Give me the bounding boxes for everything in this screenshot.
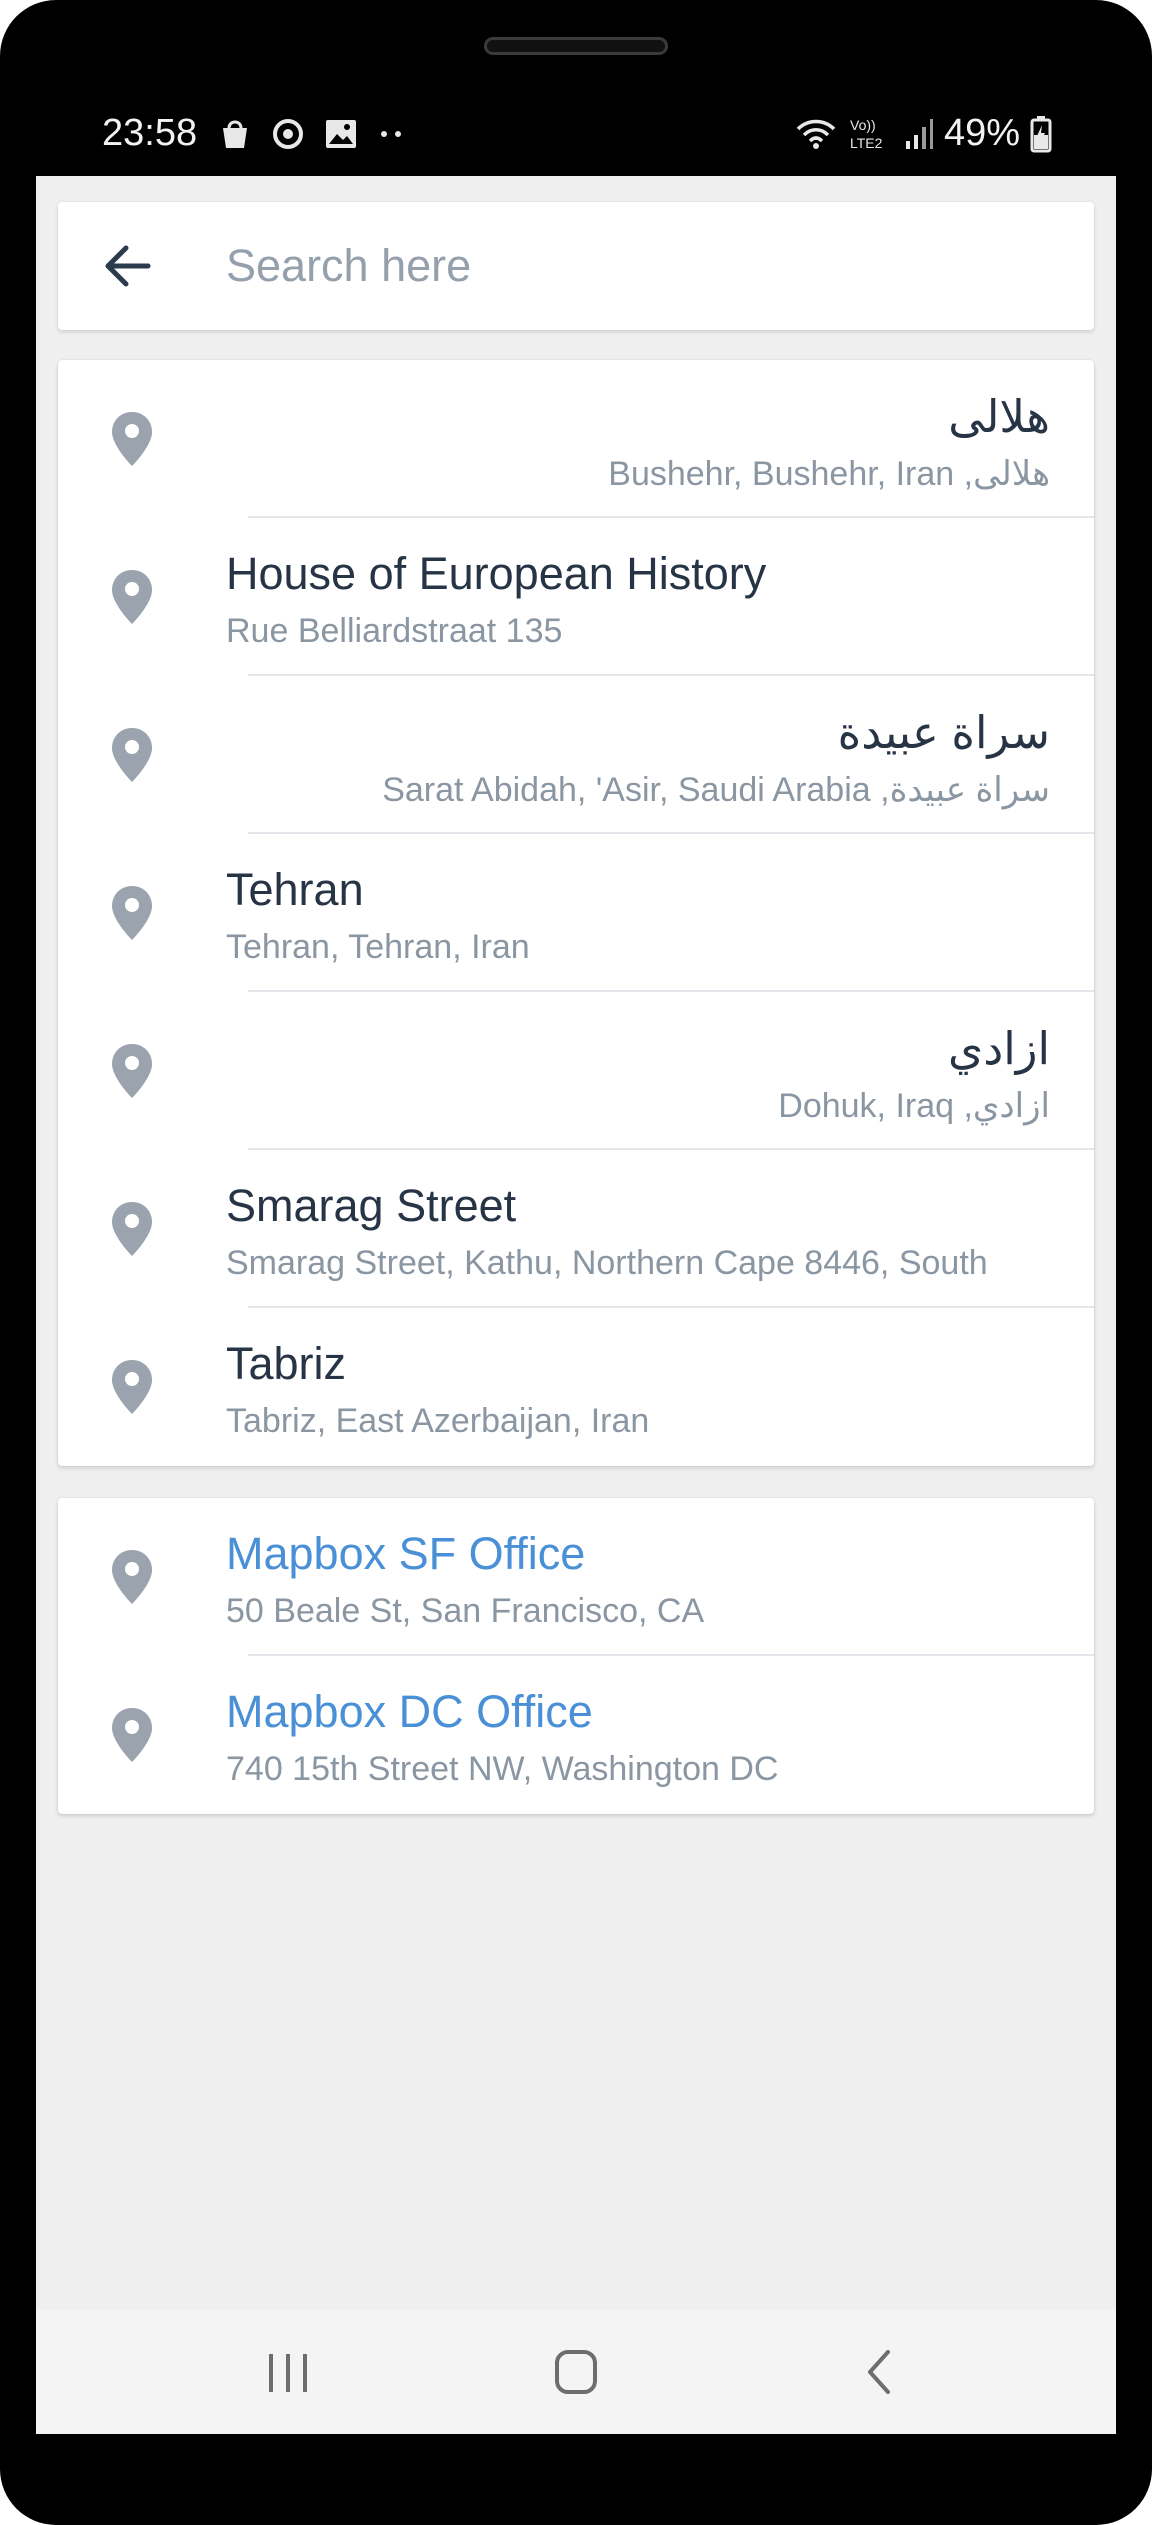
search-results-list: هلالی Bushehr, Bushehr, Iran ,هلالی House…: [58, 360, 1094, 1466]
place-address: 740 15th Street NW, Washington DC: [226, 1750, 779, 1788]
location-pin-icon: [112, 1360, 152, 1414]
sync-icon: [273, 119, 303, 149]
place-title: Tabriz: [226, 1338, 347, 1389]
more-dots-icon: [381, 131, 401, 137]
place-title: ازادي: [948, 1023, 1050, 1074]
place-address: Bushehr, Bushehr, Iran ,هلالی: [608, 455, 1050, 493]
location-pin-icon: [112, 1550, 152, 1604]
battery-icon: [1030, 115, 1052, 152]
status-bar: 23:58 Vo)) LTE2 49%: [36, 96, 1116, 176]
status-system-icons: Vo)) LTE2 49%: [794, 112, 1052, 155]
phone-frame: 23:58 Vo)) LTE2 49% Search here هلالی Bu…: [0, 0, 1152, 2525]
location-pin-icon: [112, 1708, 152, 1762]
search-screen: هلالی Bushehr, Bushehr, Iran ,هلالی House…: [36, 176, 1116, 2310]
search-result-item[interactable]: سراة عبيدة Sarat Abidah, 'Asir, Saudi Ara…: [58, 676, 1094, 834]
search-result-item[interactable]: House of European History Rue Belliardstr…: [58, 518, 1094, 676]
wifi-icon: [796, 119, 836, 149]
search-result-item[interactable]: ازادي Dohuk, Iraq ,ازادي: [58, 992, 1094, 1150]
location-pin-icon: [112, 412, 152, 466]
location-pin-icon: [112, 570, 152, 624]
lte-icon: Vo)) LTE2: [850, 117, 883, 151]
search-result-item[interactable]: Smarag Street Smarag Street, Kathu, North…: [58, 1150, 1094, 1308]
screen: 23:58 Vo)) LTE2 49% Search here هلالی Bu…: [36, 96, 1116, 2434]
svg-text:Vo)): Vo)): [850, 117, 876, 133]
place-title: Mapbox SF Office: [226, 1528, 586, 1579]
shopping-bag-icon: [223, 120, 247, 148]
place-title: هلالی: [948, 391, 1050, 442]
search-bar: [58, 202, 1094, 330]
place-title: سراة عبيدة: [837, 707, 1050, 758]
place-address: Sarat Abidah, 'Asir, Saudi Arabia ,سراة …: [382, 771, 1050, 809]
place-title: Smarag Street: [226, 1180, 517, 1231]
location-pin-icon: [112, 1202, 152, 1256]
search-input[interactable]: [226, 226, 1066, 306]
place-address: Dohuk, Iraq ,ازادي: [778, 1087, 1050, 1125]
favorite-place-item[interactable]: Mapbox DC Office 740 15th Street NW, Wash…: [58, 1656, 1094, 1814]
location-pin-icon: [112, 1044, 152, 1098]
search-result-item[interactable]: Tehran Tehran, Tehran, Iran: [58, 834, 1094, 992]
search-result-item[interactable]: هلالی Bushehr, Bushehr, Iran ,هلالی: [58, 360, 1094, 518]
place-address: Rue Belliardstraat 135: [226, 612, 563, 650]
status-notification-icons: [218, 116, 406, 152]
place-address: Smarag Street, Kathu, Northern Cape 8446…: [226, 1244, 988, 1282]
navigation-bar: [36, 2310, 1116, 2434]
place-title: Tehran: [226, 864, 364, 915]
home-icon[interactable]: [541, 2340, 611, 2404]
image-icon: [326, 120, 356, 148]
search-result-item[interactable]: Tabriz Tabriz, East Azerbaijan, Iran: [58, 1308, 1094, 1466]
battery-percentage: 49%: [943, 112, 1020, 154]
place-title: House of European History: [226, 548, 767, 599]
location-pin-icon: [112, 886, 152, 940]
speaker-grille: [484, 37, 668, 55]
place-address: Tabriz, East Azerbaijan, Iran: [226, 1402, 650, 1440]
status-time: 23:58: [102, 112, 198, 154]
back-arrow-icon[interactable]: [100, 238, 156, 294]
place-address: Tehran, Tehran, Iran: [226, 928, 530, 966]
location-pin-icon: [112, 728, 152, 782]
favorite-place-item[interactable]: Mapbox SF Office 50 Beale St, San Francis…: [58, 1498, 1094, 1656]
favorite-places-list: Mapbox SF Office 50 Beale St, San Francis…: [58, 1498, 1094, 1814]
recent-apps-icon[interactable]: [253, 2340, 323, 2404]
svg-text:LTE2: LTE2: [850, 135, 883, 151]
place-title: Mapbox DC Office: [226, 1686, 593, 1737]
place-address: 50 Beale St, San Francisco, CA: [226, 1592, 705, 1630]
back-icon[interactable]: [846, 2340, 916, 2404]
signal-icon: [905, 118, 933, 149]
